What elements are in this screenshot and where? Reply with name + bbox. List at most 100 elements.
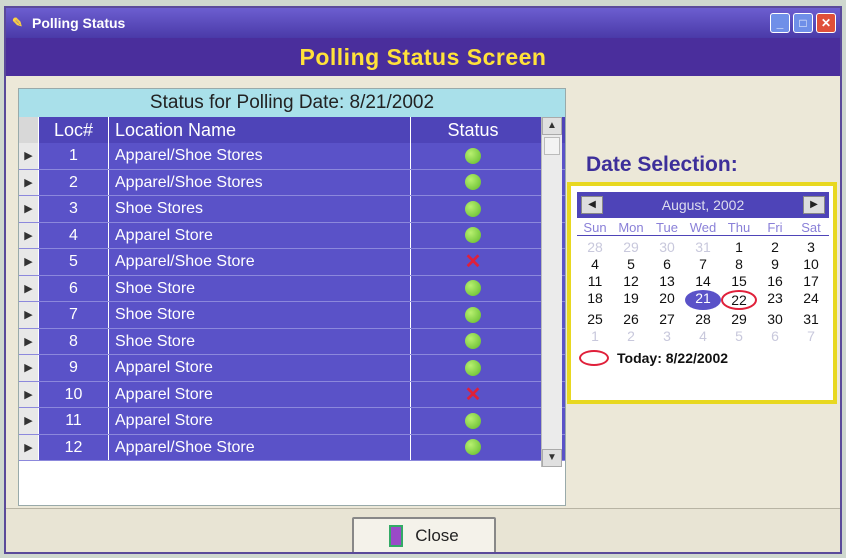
calendar-day[interactable]: 7: [685, 256, 721, 272]
column-header-loc[interactable]: Loc#: [39, 117, 109, 143]
row-selector-icon[interactable]: ▶: [19, 143, 39, 169]
calendar-day[interactable]: 16: [757, 273, 793, 289]
calendar-day[interactable]: 10: [793, 256, 829, 272]
table-row[interactable]: ▶ 1 Apparel/Shoe Stores: [19, 143, 565, 170]
loc-number-cell: 4: [39, 222, 109, 248]
title-bar[interactable]: ✎ Polling Status _ □ ✕: [6, 8, 840, 38]
calendar-day[interactable]: 1: [577, 328, 613, 344]
calendar-day[interactable]: 5: [613, 256, 649, 272]
calendar-day[interactable]: 12: [613, 273, 649, 289]
calendar-day[interactable]: 15: [721, 273, 757, 289]
calendar-day[interactable]: 5: [721, 328, 757, 344]
status-ok-icon: [465, 147, 481, 164]
location-name-cell: Apparel Store: [109, 222, 411, 248]
minimize-icon[interactable]: _: [770, 13, 790, 33]
calendar-day[interactable]: 3: [649, 328, 685, 344]
table-row[interactable]: ▶ 3 Shoe Stores: [19, 196, 565, 223]
row-selector-icon[interactable]: ▶: [19, 249, 39, 275]
calendar-month-label: August, 2002: [661, 197, 745, 213]
calendar-day[interactable]: 20: [649, 290, 685, 310]
calendar-day[interactable]: 4: [577, 256, 613, 272]
table-row[interactable]: ▶ 11 Apparel Store: [19, 408, 565, 435]
calendar-day[interactable]: 25: [577, 311, 613, 327]
table-row[interactable]: ▶ 8 Shoe Store: [19, 328, 565, 355]
calendar-day[interactable]: 27: [649, 311, 685, 327]
calendar-day[interactable]: 28: [577, 239, 613, 255]
row-selector-icon[interactable]: ▶: [19, 434, 39, 460]
calendar-day[interactable]: 8: [721, 256, 757, 272]
scroll-thumb[interactable]: [544, 137, 560, 155]
calendar-day[interactable]: 3: [793, 239, 829, 255]
row-selector-header[interactable]: [19, 117, 39, 143]
status-ok-icon: [465, 280, 481, 297]
column-header-location-name[interactable]: Location Name: [109, 117, 411, 143]
calendar-day[interactable]: 11: [577, 273, 613, 289]
calendar-day[interactable]: 17: [793, 273, 829, 289]
status-failed-icon: ✕: [464, 383, 482, 406]
status-cell: ✕: [411, 382, 535, 408]
next-month-icon[interactable]: ▶: [802, 196, 825, 214]
calendar-day[interactable]: 26: [613, 311, 649, 327]
calendar-header: ◀ August, 2002 ▶: [577, 192, 829, 218]
row-selector-icon[interactable]: ▶: [19, 275, 39, 301]
calendar-day[interactable]: 22: [721, 290, 757, 310]
close-button[interactable]: Close: [352, 517, 496, 552]
row-selector-icon[interactable]: ▶: [19, 328, 39, 354]
calendar-day[interactable]: 6: [649, 256, 685, 272]
table-row[interactable]: ▶ 7 Shoe Store: [19, 302, 565, 329]
calendar-day[interactable]: 6: [757, 328, 793, 344]
calendar-day[interactable]: 4: [685, 328, 721, 344]
calendar-today[interactable]: Today: 8/22/2002: [577, 350, 829, 366]
row-selector-icon[interactable]: ▶: [19, 302, 39, 328]
calendar-day[interactable]: 9: [757, 256, 793, 272]
row-selector-icon[interactable]: ▶: [19, 355, 39, 381]
table-row[interactable]: ▶ 2 Apparel/Shoe Stores: [19, 169, 565, 196]
calendar-day[interactable]: 28: [685, 311, 721, 327]
maximize-icon[interactable]: □: [793, 13, 813, 33]
row-selector-icon[interactable]: ▶: [19, 169, 39, 195]
row-selector-icon[interactable]: ▶: [19, 222, 39, 248]
calendar-day[interactable]: 29: [721, 311, 757, 327]
grid-rows: ▶ 1 Apparel/Shoe Stores ▶ 2 Apparel/Shoe Stor…: [19, 143, 565, 461]
row-selector-icon[interactable]: ▶: [19, 196, 39, 222]
scroll-down-icon[interactable]: ▼: [542, 449, 562, 467]
calendar-day[interactable]: 23: [757, 290, 793, 310]
row-selector-icon[interactable]: ▶: [19, 381, 39, 407]
calendar-day[interactable]: 31: [793, 311, 829, 327]
table-row[interactable]: ▶ 12 Apparel/Shoe Store: [19, 434, 565, 461]
calendar-day[interactable]: 2: [757, 239, 793, 255]
calendar-day[interactable]: 21: [685, 290, 721, 310]
table-row[interactable]: ▶ 9 Apparel Store: [19, 355, 565, 382]
table-row[interactable]: ▶ 6 Shoe Store: [19, 275, 565, 302]
grid-scrollbar[interactable]: ▲ ▼: [541, 117, 562, 467]
loc-number-cell: 5: [39, 249, 109, 275]
calendar-day[interactable]: 19: [613, 290, 649, 310]
status-ok-icon: [465, 227, 481, 244]
calendar-day[interactable]: 30: [649, 239, 685, 255]
status-ok-icon: [465, 412, 481, 429]
calendar-day[interactable]: 2: [613, 328, 649, 344]
calendar-day[interactable]: 29: [613, 239, 649, 255]
calendar-day[interactable]: 14: [685, 273, 721, 289]
calendar-day[interactable]: 1: [721, 239, 757, 255]
calendar-day[interactable]: 30: [757, 311, 793, 327]
close-window-icon[interactable]: ✕: [816, 13, 836, 33]
table-row[interactable]: ▶ 4 Apparel Store: [19, 222, 565, 249]
column-header-status[interactable]: Status: [411, 117, 535, 143]
location-name-cell: Shoe Store: [109, 328, 411, 354]
scroll-up-icon[interactable]: ▲: [542, 117, 562, 135]
table-row[interactable]: ▶ 5 Apparel/Shoe Store ✕: [19, 249, 565, 276]
grid-caption: Status for Polling Date: 8/21/2002: [19, 89, 565, 117]
row-selector-icon[interactable]: ▶: [19, 408, 39, 434]
table-row[interactable]: ▶ 10 Apparel Store ✕: [19, 381, 565, 408]
calendar-day[interactable]: 18: [577, 290, 613, 310]
calendar-day[interactable]: 13: [649, 273, 685, 289]
calendar-day[interactable]: 24: [793, 290, 829, 310]
location-name-cell: Apparel/Shoe Stores: [109, 143, 411, 169]
loc-number-cell: 6: [39, 275, 109, 301]
weekday-label: Mon: [618, 220, 644, 235]
grid-header-row: Loc# Location Name Status: [19, 117, 565, 143]
prev-month-icon[interactable]: ◀: [581, 196, 603, 214]
calendar-day[interactable]: 31: [685, 239, 721, 255]
calendar-day[interactable]: 7: [793, 328, 829, 344]
